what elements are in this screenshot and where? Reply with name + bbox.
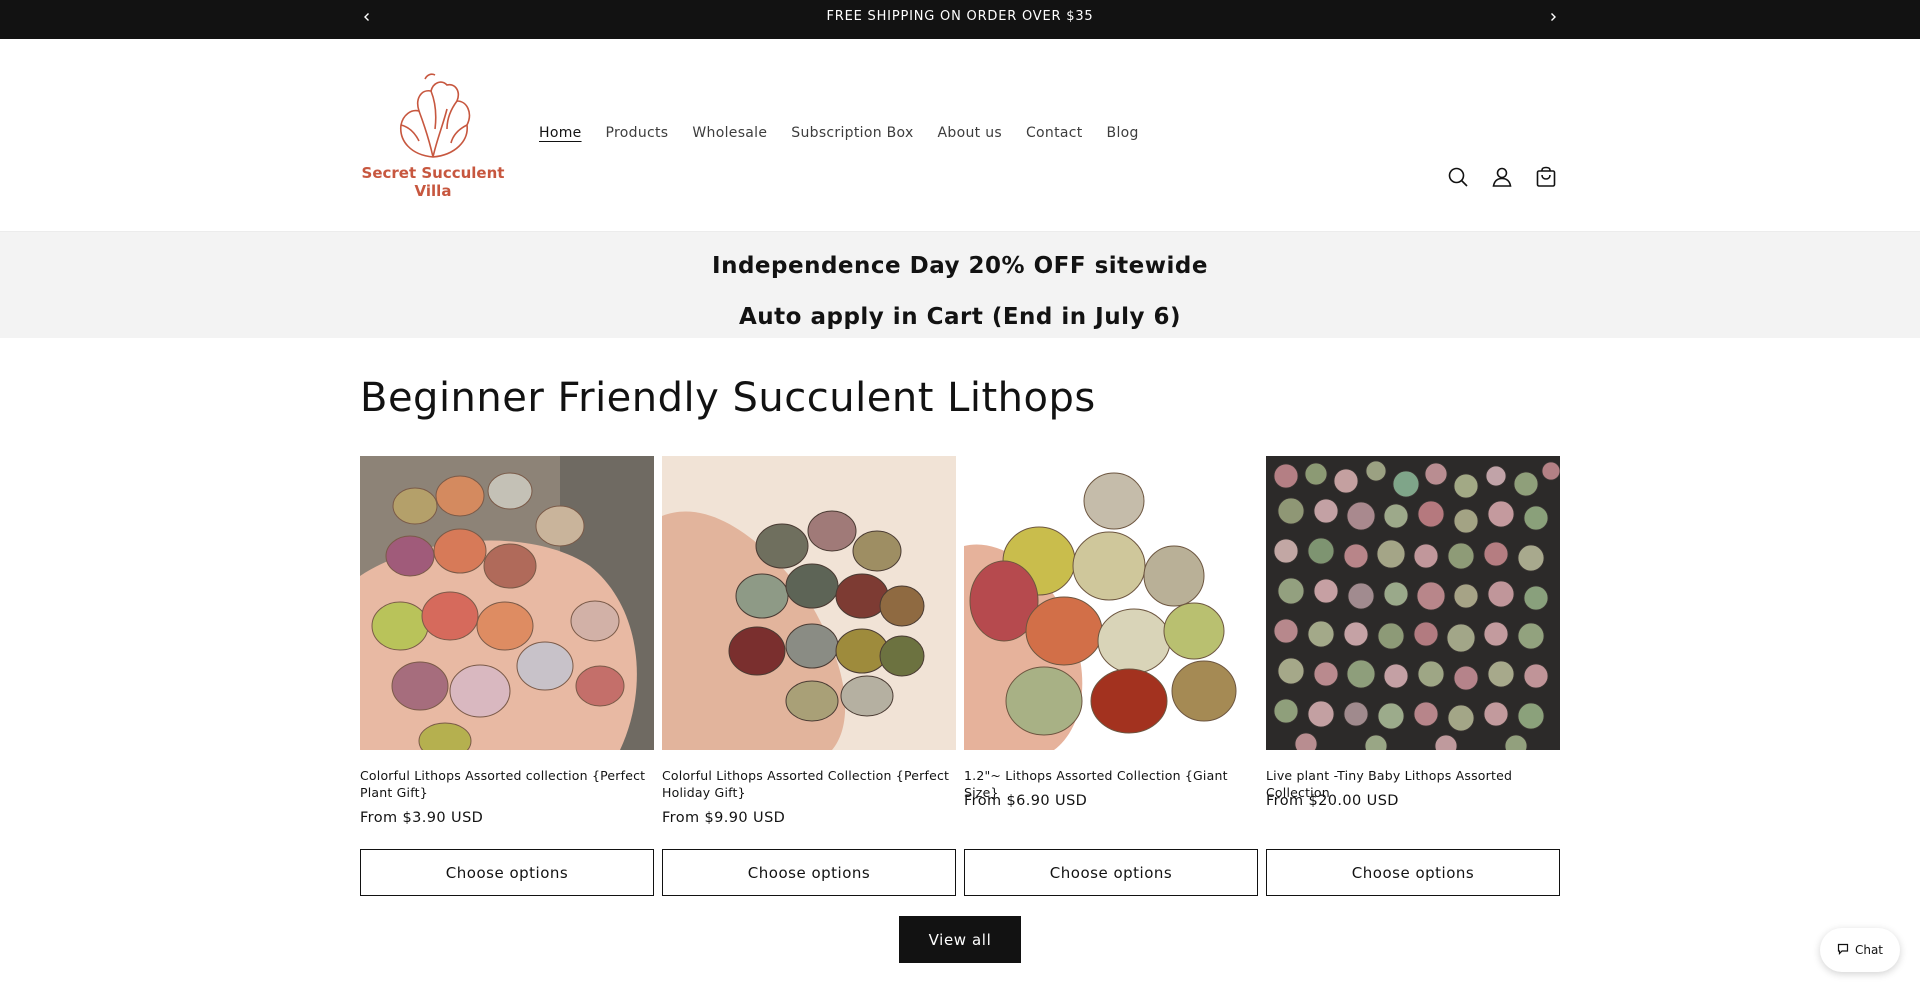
product-image[interactable]	[964, 456, 1258, 750]
main-nav: Home Products Wholesale Subscription Box…	[527, 125, 1151, 141]
site-header: Secret Succulent Villa Home Products Who…	[0, 39, 1920, 231]
product-card[interactable]: Live plant -Tiny Baby Lithops Assorted C…	[1266, 456, 1560, 896]
search-icon[interactable]	[1436, 155, 1480, 199]
chevron-right-icon[interactable]	[1543, 9, 1563, 29]
succulent-logo-icon	[400, 73, 471, 158]
chat-bubble-icon	[1837, 943, 1849, 958]
promo-line-1: Independence Day 20% OFF sitewide	[712, 253, 1208, 279]
nav-products[interactable]: Products	[594, 125, 681, 141]
product-card[interactable]: Colorful Lithops Assorted Collection {Pe…	[662, 456, 956, 896]
product-card[interactable]: Colorful Lithops Assorted collection {Pe…	[360, 456, 654, 896]
collection-title: Beginner Friendly Succulent Lithops	[360, 375, 1096, 421]
product-title[interactable]: Colorful Lithops Assorted collection {Pe…	[360, 767, 654, 801]
choose-options-button[interactable]: Choose options	[964, 849, 1258, 896]
product-price: From $6.90 USD	[964, 793, 1088, 809]
choose-options-button[interactable]: Choose options	[360, 849, 654, 896]
choose-options-button[interactable]: Choose options	[662, 849, 956, 896]
logo-line-2: Villa	[414, 182, 452, 200]
product-price: From $20.00 USD	[1266, 793, 1399, 809]
nav-about-us[interactable]: About us	[926, 125, 1014, 141]
logo-text: Secret Succulent Villa	[360, 164, 506, 200]
announcement-bar: FREE SHIPPING ON ORDER OVER $35	[0, 0, 1920, 39]
view-all-button[interactable]: View all	[899, 916, 1021, 963]
product-image[interactable]	[360, 456, 654, 750]
promo-line-2: Auto apply in Cart (End in July 6)	[739, 304, 1181, 330]
nav-subscription-box[interactable]: Subscription Box	[779, 125, 925, 141]
chat-button[interactable]: Chat	[1820, 928, 1900, 972]
product-image[interactable]	[662, 456, 956, 750]
choose-options-button[interactable]: Choose options	[1266, 849, 1560, 896]
nav-contact[interactable]: Contact	[1014, 125, 1095, 141]
product-title[interactable]: Colorful Lithops Assorted Collection {Pe…	[662, 767, 956, 801]
product-image[interactable]	[1266, 456, 1560, 750]
nav-blog[interactable]: Blog	[1095, 125, 1151, 141]
chat-label: Chat	[1854, 943, 1884, 957]
logo[interactable]: Secret Succulent Villa	[360, 69, 506, 204]
logo-line-1: Secret Succulent	[361, 164, 505, 182]
product-price: From $3.90 USD	[360, 810, 484, 826]
announcement-text: FREE SHIPPING ON ORDER OVER $35	[826, 9, 1094, 24]
cart-icon[interactable]	[1524, 155, 1568, 199]
nav-home[interactable]: Home	[527, 125, 594, 141]
header-actions	[1436, 155, 1568, 199]
product-price: From $9.90 USD	[662, 810, 786, 826]
product-card[interactable]: 1.2"~ Lithops Assorted Collection {Giant…	[964, 456, 1258, 896]
promo-banner: Independence Day 20% OFF sitewide Auto a…	[0, 231, 1920, 338]
account-icon[interactable]	[1480, 155, 1524, 199]
nav-wholesale[interactable]: Wholesale	[680, 125, 779, 141]
